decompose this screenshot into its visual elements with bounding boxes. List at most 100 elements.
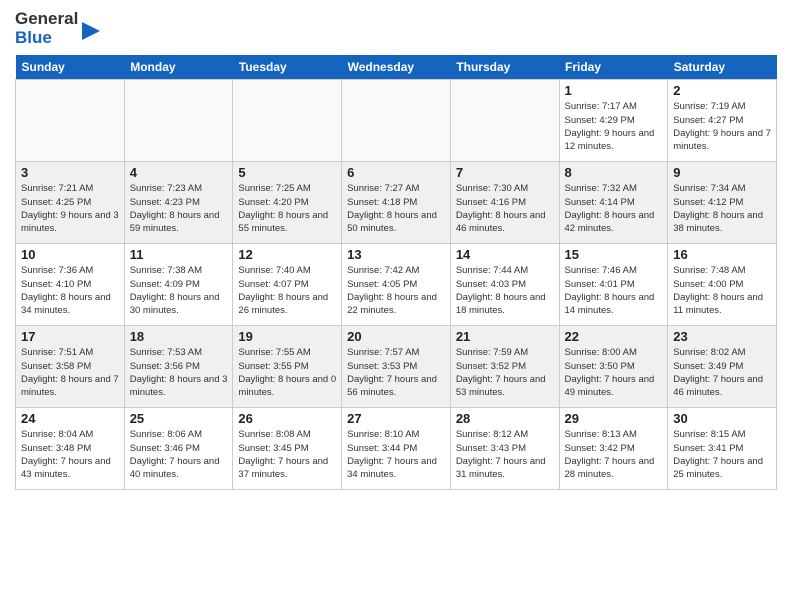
calendar-cell: 11 Sunrise: 7:38 AMSunset: 4:09 PMDayligh… [124, 244, 233, 326]
calendar-cell: 7 Sunrise: 7:30 AMSunset: 4:16 PMDaylight… [450, 162, 559, 244]
day-detail: Sunrise: 8:08 AMSunset: 3:45 PMDaylight:… [238, 428, 336, 481]
calendar-cell: 27 Sunrise: 8:10 AMSunset: 3:44 PMDayligh… [342, 408, 451, 490]
day-detail: Sunrise: 8:13 AMSunset: 3:42 PMDaylight:… [565, 428, 663, 481]
calendar-week-5: 24 Sunrise: 8:04 AMSunset: 3:48 PMDayligh… [16, 408, 777, 490]
day-number: 19 [238, 329, 336, 344]
calendar-cell: 18 Sunrise: 7:53 AMSunset: 3:56 PMDayligh… [124, 326, 233, 408]
calendar-cell: 23 Sunrise: 8:02 AMSunset: 3:49 PMDayligh… [668, 326, 777, 408]
calendar-week-1: 1 Sunrise: 7:17 AMSunset: 4:29 PMDaylight… [16, 80, 777, 162]
day-number: 21 [456, 329, 554, 344]
weekday-header-tuesday: Tuesday [233, 55, 342, 80]
day-detail: Sunrise: 7:32 AMSunset: 4:14 PMDaylight:… [565, 182, 663, 235]
day-detail: Sunrise: 7:38 AMSunset: 4:09 PMDaylight:… [130, 264, 228, 317]
weekday-header-thursday: Thursday [450, 55, 559, 80]
calendar-cell: 20 Sunrise: 7:57 AMSunset: 3:53 PMDayligh… [342, 326, 451, 408]
calendar-cell: 4 Sunrise: 7:23 AMSunset: 4:23 PMDaylight… [124, 162, 233, 244]
calendar-cell: 8 Sunrise: 7:32 AMSunset: 4:14 PMDaylight… [559, 162, 668, 244]
day-detail: Sunrise: 7:53 AMSunset: 3:56 PMDaylight:… [130, 346, 228, 399]
day-detail: Sunrise: 8:04 AMSunset: 3:48 PMDaylight:… [21, 428, 119, 481]
weekday-header-saturday: Saturday [668, 55, 777, 80]
day-detail: Sunrise: 8:10 AMSunset: 3:44 PMDaylight:… [347, 428, 445, 481]
day-number: 23 [673, 329, 771, 344]
calendar-cell: 22 Sunrise: 8:00 AMSunset: 3:50 PMDayligh… [559, 326, 668, 408]
day-number: 7 [456, 165, 554, 180]
calendar-cell: 2 Sunrise: 7:19 AMSunset: 4:27 PMDaylight… [668, 80, 777, 162]
day-detail: Sunrise: 7:17 AMSunset: 4:29 PMDaylight:… [565, 100, 663, 153]
day-number: 14 [456, 247, 554, 262]
day-number: 5 [238, 165, 336, 180]
day-number: 11 [130, 247, 228, 262]
day-detail: Sunrise: 7:51 AMSunset: 3:58 PMDaylight:… [21, 346, 119, 399]
day-detail: Sunrise: 7:55 AMSunset: 3:55 PMDaylight:… [238, 346, 336, 399]
calendar-cell: 24 Sunrise: 8:04 AMSunset: 3:48 PMDayligh… [16, 408, 125, 490]
day-detail: Sunrise: 8:06 AMSunset: 3:46 PMDaylight:… [130, 428, 228, 481]
day-number: 22 [565, 329, 663, 344]
day-number: 13 [347, 247, 445, 262]
day-number: 18 [130, 329, 228, 344]
day-number: 27 [347, 411, 445, 426]
calendar-cell: 21 Sunrise: 7:59 AMSunset: 3:52 PMDayligh… [450, 326, 559, 408]
day-detail: Sunrise: 7:34 AMSunset: 4:12 PMDaylight:… [673, 182, 771, 235]
logo-blue: Blue [15, 29, 78, 48]
day-number: 12 [238, 247, 336, 262]
calendar-cell: 1 Sunrise: 7:17 AMSunset: 4:29 PMDaylight… [559, 80, 668, 162]
day-detail: Sunrise: 8:02 AMSunset: 3:49 PMDaylight:… [673, 346, 771, 399]
weekday-header-monday: Monday [124, 55, 233, 80]
calendar-table: SundayMondayTuesdayWednesdayThursdayFrid… [15, 55, 777, 490]
day-detail: Sunrise: 7:44 AMSunset: 4:03 PMDaylight:… [456, 264, 554, 317]
calendar-cell [450, 80, 559, 162]
day-number: 1 [565, 83, 663, 98]
calendar-cell [233, 80, 342, 162]
day-number: 29 [565, 411, 663, 426]
calendar-cell: 29 Sunrise: 8:13 AMSunset: 3:42 PMDayligh… [559, 408, 668, 490]
weekday-header-wednesday: Wednesday [342, 55, 451, 80]
day-number: 16 [673, 247, 771, 262]
day-detail: Sunrise: 7:21 AMSunset: 4:25 PMDaylight:… [21, 182, 119, 235]
day-number: 4 [130, 165, 228, 180]
day-detail: Sunrise: 7:19 AMSunset: 4:27 PMDaylight:… [673, 100, 771, 153]
day-detail: Sunrise: 8:00 AMSunset: 3:50 PMDaylight:… [565, 346, 663, 399]
calendar-week-2: 3 Sunrise: 7:21 AMSunset: 4:25 PMDaylight… [16, 162, 777, 244]
day-detail: Sunrise: 7:42 AMSunset: 4:05 PMDaylight:… [347, 264, 445, 317]
calendar-cell [342, 80, 451, 162]
calendar-cell: 13 Sunrise: 7:42 AMSunset: 4:05 PMDayligh… [342, 244, 451, 326]
day-detail: Sunrise: 8:12 AMSunset: 3:43 PMDaylight:… [456, 428, 554, 481]
day-detail: Sunrise: 7:23 AMSunset: 4:23 PMDaylight:… [130, 182, 228, 235]
day-number: 30 [673, 411, 771, 426]
day-number: 9 [673, 165, 771, 180]
day-number: 8 [565, 165, 663, 180]
calendar-cell: 25Sunrise: 8:06 AMSunset: 3:46 PMDayligh… [124, 408, 233, 490]
calendar-cell: 16Sunrise: 7:48 AMSunset: 4:00 PMDayligh… [668, 244, 777, 326]
calendar-cell: 5 Sunrise: 7:25 AMSunset: 4:20 PMDaylight… [233, 162, 342, 244]
day-detail: Sunrise: 7:25 AMSunset: 4:20 PMDaylight:… [238, 182, 336, 235]
day-number: 28 [456, 411, 554, 426]
day-number: 24 [21, 411, 119, 426]
day-detail: Sunrise: 8:15 AMSunset: 3:41 PMDaylight:… [673, 428, 771, 481]
weekday-header-friday: Friday [559, 55, 668, 80]
day-number: 2 [673, 83, 771, 98]
weekday-header-row: SundayMondayTuesdayWednesdayThursdayFrid… [16, 55, 777, 80]
calendar-cell: 19 Sunrise: 7:55 AMSunset: 3:55 PMDayligh… [233, 326, 342, 408]
day-number: 26 [238, 411, 336, 426]
calendar-cell: 6Sunrise: 7:27 AMSunset: 4:18 PMDaylight… [342, 162, 451, 244]
day-detail: Sunrise: 7:57 AMSunset: 3:53 PMDaylight:… [347, 346, 445, 399]
day-number: 15 [565, 247, 663, 262]
weekday-header-sunday: Sunday [16, 55, 125, 80]
calendar-cell [124, 80, 233, 162]
logo: General Blue [15, 10, 102, 47]
day-number: 10 [21, 247, 119, 262]
day-detail: Sunrise: 7:40 AMSunset: 4:07 PMDaylight:… [238, 264, 336, 317]
calendar-cell [16, 80, 125, 162]
calendar-cell: 17Sunrise: 7:51 AMSunset: 3:58 PMDayligh… [16, 326, 125, 408]
day-detail: Sunrise: 7:59 AMSunset: 3:52 PMDaylight:… [456, 346, 554, 399]
day-number: 20 [347, 329, 445, 344]
logo-arrow-icon [80, 20, 102, 42]
calendar-cell: 26 Sunrise: 8:08 AMSunset: 3:45 PMDayligh… [233, 408, 342, 490]
calendar-week-4: 17Sunrise: 7:51 AMSunset: 3:58 PMDayligh… [16, 326, 777, 408]
calendar-cell: 30 Sunrise: 8:15 AMSunset: 3:41 PMDayligh… [668, 408, 777, 490]
day-number: 3 [21, 165, 119, 180]
day-detail: Sunrise: 7:27 AMSunset: 4:18 PMDaylight:… [347, 182, 445, 235]
calendar-week-3: 10Sunrise: 7:36 AMSunset: 4:10 PMDayligh… [16, 244, 777, 326]
logo: General Blue [15, 10, 102, 47]
day-detail: Sunrise: 7:30 AMSunset: 4:16 PMDaylight:… [456, 182, 554, 235]
